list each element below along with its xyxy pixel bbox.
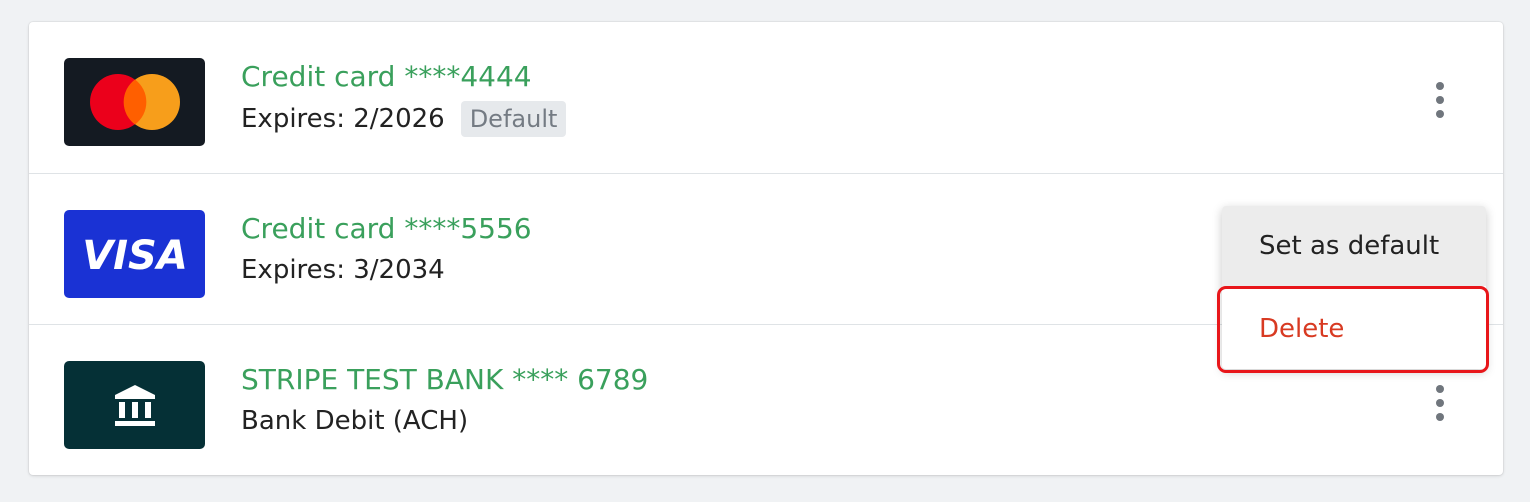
more-options-icon[interactable] <box>1425 383 1455 423</box>
payment-method-title: Credit card ****4444 <box>241 60 532 93</box>
delete-menu-item[interactable]: Delete <box>1222 289 1486 369</box>
visa-logo-icon: VISA <box>64 210 205 298</box>
mastercard-logo-icon <box>64 58 205 146</box>
default-badge: Default <box>460 101 567 137</box>
more-options-icon[interactable] <box>1425 80 1455 120</box>
context-menu: Set as default Delete <box>1222 206 1486 369</box>
payment-method-row: Credit card ****4444 Expires: 2/2026 Def… <box>29 22 1503 173</box>
payment-method-title: STRIPE TEST BANK **** 6789 <box>241 363 649 396</box>
payment-method-type: Bank Debit (ACH) <box>241 404 468 438</box>
payment-method-title: Credit card ****5556 <box>241 212 532 245</box>
visa-logo-text: VISA <box>82 233 188 279</box>
bank-icon <box>64 361 205 449</box>
payment-type-text: Bank Debit (ACH) <box>241 406 469 436</box>
payment-method-expiry: Expires: 3/2034 <box>241 253 445 287</box>
expiry-text: Expires: 2/2026 <box>241 104 445 134</box>
expiry-text: Expires: 3/2034 <box>241 255 445 285</box>
payment-method-expiry: Expires: 2/2026 Default <box>241 101 567 137</box>
set-as-default-menu-item[interactable]: Set as default <box>1222 206 1486 286</box>
